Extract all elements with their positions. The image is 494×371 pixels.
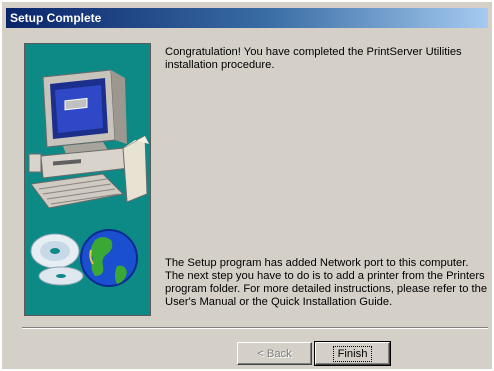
computer-cd-globe-icon xyxy=(28,69,149,287)
setup-illustration xyxy=(24,43,151,316)
separator-highlight xyxy=(22,328,488,329)
setup-dialog: Setup Complete Congratulation! You have … xyxy=(2,2,492,369)
back-button-label: < Back xyxy=(257,347,292,360)
back-button[interactable]: < Back xyxy=(237,342,312,365)
completion-message: Congratulation! You have completed the P… xyxy=(165,46,462,71)
next-steps-message: The Setup program has added Network port… xyxy=(165,257,488,308)
window-title: Setup Complete xyxy=(10,11,102,25)
finish-button-label: Finish xyxy=(332,345,373,362)
finish-button[interactable]: Finish xyxy=(314,341,391,366)
title-bar: Setup Complete xyxy=(6,8,488,28)
